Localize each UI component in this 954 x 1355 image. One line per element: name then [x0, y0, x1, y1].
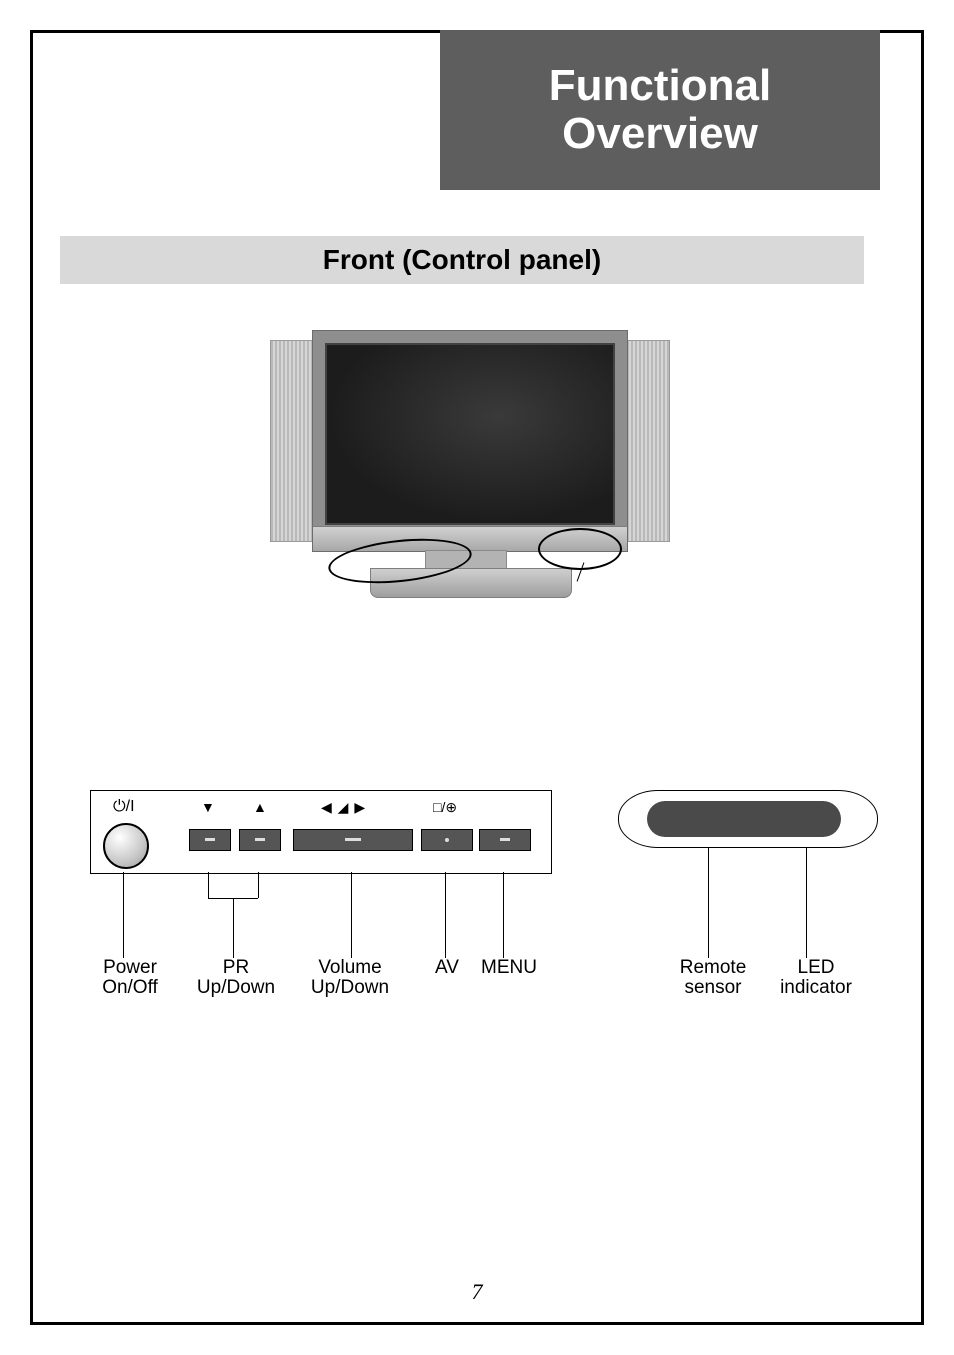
volume-arrows-icon: ◀ ◢ ▶ [321, 799, 366, 816]
leader-line [445, 872, 446, 958]
label-pr: PR Up/Down [186, 958, 286, 998]
label-text: PR [223, 957, 249, 978]
page-title: Functional Overview [549, 62, 771, 159]
label-text: Power [103, 957, 157, 978]
av-menu-icon: □/⊕ [433, 799, 457, 816]
callout-circle-sensor [538, 528, 622, 570]
label-power: Power On/Off [90, 958, 170, 998]
tv-body [312, 330, 628, 552]
control-panel-box: ⏻/I ▼ ▲ ◀ ◢ ▶ □/⊕ [90, 790, 552, 874]
label-led-indicator: LED indicator [766, 958, 866, 998]
leader-line [258, 872, 259, 898]
sensor-labels-row: Remote sensor LED indicator [618, 958, 878, 1004]
tv-speaker-right [626, 340, 670, 542]
av-button[interactable] [421, 829, 473, 851]
pr-down-button[interactable] [189, 829, 231, 851]
label-text: Remote [680, 957, 747, 978]
volume-rocker-button[interactable] [293, 829, 413, 851]
leader-line [123, 872, 124, 958]
tv-speaker-left [270, 340, 314, 542]
power-button[interactable] [103, 823, 149, 869]
sensor-diagram: Remote sensor LED indicator [618, 790, 878, 1005]
label-text: sensor [684, 977, 741, 998]
control-labels-row: Power On/Off PR Up/Down Volume Up/Down A… [90, 958, 550, 1004]
page-number: 7 [0, 1279, 954, 1305]
header-box: Functional Overview [440, 30, 880, 190]
sensor-window [647, 801, 841, 837]
label-text: Volume [318, 957, 381, 978]
label-remote-sensor: Remote sensor [668, 958, 758, 998]
leader-line [351, 872, 352, 958]
label-av: AV [422, 958, 472, 978]
control-icons-row: ⏻/I ▼ ▲ ◀ ◢ ▶ □/⊕ [91, 795, 551, 819]
menu-button[interactable] [479, 829, 531, 851]
leader-line [708, 848, 709, 958]
label-text: LED [798, 957, 835, 978]
section-heading-bar: Front (Control panel) [60, 236, 864, 284]
title-line-2: Overview [562, 109, 758, 158]
label-text: AV [435, 957, 459, 978]
manual-page: Functional Overview Front (Control panel… [0, 0, 954, 1355]
leader-line [233, 898, 234, 958]
leader-line [208, 872, 209, 898]
control-panel-diagram: ⏻/I ▼ ▲ ◀ ◢ ▶ □/⊕ Power [90, 790, 550, 1005]
label-text: On/Off [102, 977, 158, 998]
label-text: Up/Down [311, 977, 389, 998]
power-icon: ⏻/I [113, 798, 135, 816]
triangle-down-icon: ▼ [201, 799, 215, 815]
label-text: Up/Down [197, 977, 275, 998]
tv-screen [325, 343, 615, 525]
section-heading: Front (Control panel) [323, 244, 601, 276]
leader-line [503, 872, 504, 958]
label-text: MENU [481, 957, 537, 978]
sensor-bezel [618, 790, 878, 848]
page-border [30, 30, 924, 1325]
label-menu: MENU [474, 958, 544, 978]
tv-illustration [270, 330, 670, 610]
control-buttons-row [91, 821, 551, 865]
label-volume: Volume Up/Down [300, 958, 400, 998]
title-line-1: Functional [549, 61, 771, 110]
pr-up-button[interactable] [239, 829, 281, 851]
triangle-up-icon: ▲ [253, 799, 267, 815]
leader-line [806, 848, 807, 958]
label-text: indicator [780, 977, 852, 998]
